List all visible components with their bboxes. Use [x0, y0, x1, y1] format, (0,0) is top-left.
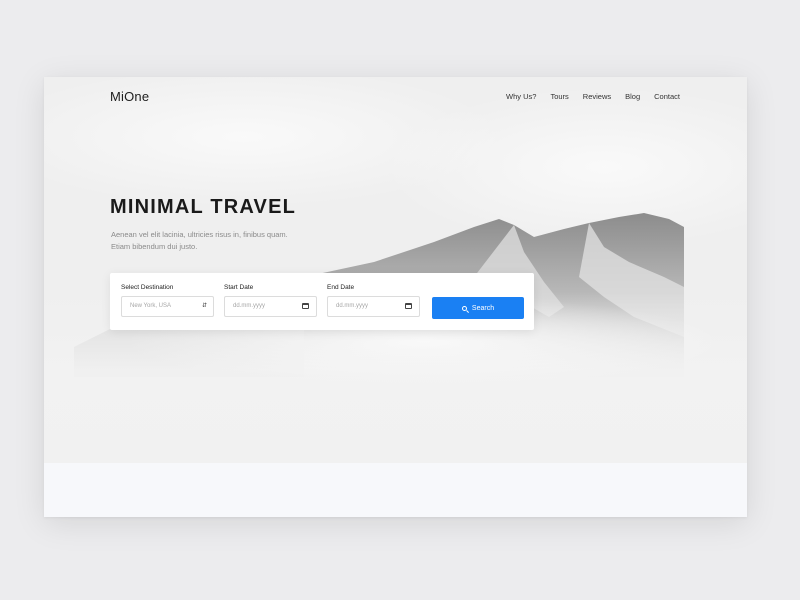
destination-select[interactable]: New York, USA ⇵: [121, 296, 214, 317]
start-date-placeholder: dd.mm.yyyy: [233, 303, 266, 309]
nav-item-blog[interactable]: Blog: [625, 92, 640, 101]
nav-item-reviews[interactable]: Reviews: [583, 92, 611, 101]
end-date-field: End Date dd.mm.yyyy: [327, 284, 420, 317]
hero-title: MINIMAL TRAVEL: [110, 196, 297, 218]
search-button-label: Search: [471, 304, 495, 312]
main-nav: Why Us? Tours Reviews Blog Contact: [506, 92, 680, 101]
browser-frame: MiOne Why Us? Tours Reviews Blog Contact…: [44, 77, 747, 517]
search-icon: [461, 305, 467, 311]
end-date-label: End Date: [327, 284, 355, 291]
hero-section: MiOne Why Us? Tours Reviews Blog Contact…: [44, 77, 747, 463]
next-section-band: [44, 463, 747, 517]
search-button[interactable]: Search: [432, 297, 524, 319]
brand-logo[interactable]: MiOne: [110, 89, 149, 104]
destination-value: New York, USA: [130, 303, 172, 309]
nav-item-why-us[interactable]: Why Us?: [506, 92, 536, 101]
calendar-icon[interactable]: [302, 303, 309, 309]
search-card: Select Destination New York, USA ⇵ Start…: [110, 273, 534, 330]
nav-item-tours[interactable]: Tours: [550, 92, 568, 101]
destination-field: Select Destination New York, USA ⇵: [121, 284, 214, 317]
start-date-field: Start Date dd.mm.yyyy: [224, 284, 317, 317]
chevron-up-down-icon: ⇵: [201, 303, 207, 309]
end-date-placeholder: dd.mm.yyyy: [336, 303, 369, 309]
start-date-label: Start Date: [224, 284, 254, 291]
start-date-input[interactable]: dd.mm.yyyy: [224, 296, 317, 317]
end-date-input[interactable]: dd.mm.yyyy: [327, 296, 420, 317]
nav-item-contact[interactable]: Contact: [654, 92, 680, 101]
mountain-background-image: [44, 77, 747, 463]
destination-label: Select Destination: [121, 284, 174, 291]
hero-subtitle: Aenean vel elit lacinia, ultricies risus…: [111, 230, 288, 251]
calendar-icon[interactable]: [405, 303, 412, 309]
